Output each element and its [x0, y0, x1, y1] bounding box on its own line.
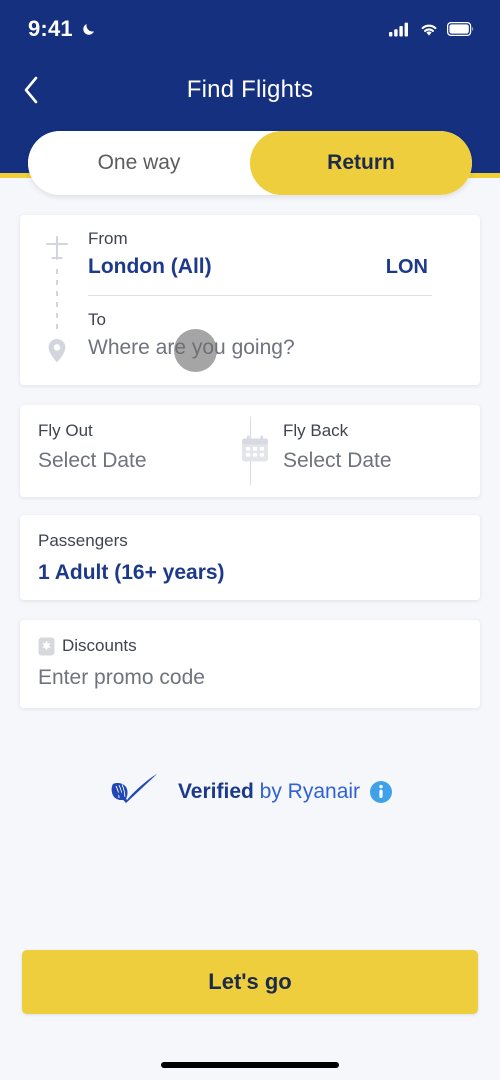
back-button[interactable]	[8, 67, 54, 113]
fly-back-field[interactable]: Fly Back Select Date	[235, 405, 480, 497]
to-input[interactable]: Where are you going?	[88, 336, 460, 360]
from-field[interactable]: From London (All) LON	[88, 229, 460, 279]
flight-search-screen: 9:41 Find Flights One way Return From Lo…	[0, 0, 500, 1080]
ryanair-harp-check-icon	[111, 774, 157, 803]
verified-rest-text: by Ryanair	[253, 780, 361, 803]
fly-out-field[interactable]: Fly Out Select Date	[20, 405, 235, 497]
wifi-icon	[421, 24, 437, 36]
route-dotted-line	[56, 269, 58, 331]
map-pin-icon	[48, 339, 66, 363]
passengers-value: 1 Adult (16+ years)	[38, 561, 225, 584]
verified-badge: Verified by Ryanair	[0, 772, 500, 812]
airplane-icon	[45, 235, 69, 261]
chevron-left-icon	[24, 76, 38, 104]
touch-indicator	[174, 329, 217, 372]
to-field[interactable]: To Where are you going?	[88, 310, 460, 360]
discount-badge-icon	[38, 637, 55, 655]
battery-full-icon	[447, 22, 474, 36]
fly-back-value: Select Date	[283, 449, 392, 472]
to-label: To	[88, 310, 106, 329]
fly-back-label: Fly Back	[283, 421, 349, 440]
calendar-icon	[242, 435, 268, 462]
status-bar: 9:41	[0, 0, 500, 58]
nav-bar: Find Flights	[0, 60, 500, 120]
status-bar-clock: 9:41	[28, 16, 73, 41]
promo-code-input[interactable]: Enter promo code	[38, 666, 480, 690]
from-value: London (All)	[88, 255, 212, 278]
passengers-label: Passengers	[38, 531, 128, 550]
status-bar-right	[389, 22, 474, 37]
from-value-row: London (All) LON	[88, 255, 460, 279]
info-circle-icon[interactable]	[369, 780, 393, 804]
trip-type-return[interactable]: Return	[250, 131, 472, 195]
lets-go-button[interactable]: Let's go	[22, 950, 478, 1014]
trip-type-one-way[interactable]: One way	[28, 131, 250, 195]
verified-label: Verified by Ryanair	[178, 780, 360, 804]
passengers-card[interactable]: Passengers 1 Adult (16+ years)	[20, 515, 480, 600]
discounts-label: Discounts	[62, 636, 137, 655]
crescent-moon-icon	[83, 24, 94, 35]
page-title: Find Flights	[186, 76, 314, 103]
trip-type-segmented-control: One way Return	[28, 131, 472, 195]
cellular-signal-icon	[389, 22, 408, 36]
home-indicator-bar	[161, 1062, 339, 1068]
fly-out-label: Fly Out	[38, 421, 93, 440]
from-label: From	[88, 229, 128, 248]
route-icon-column	[42, 233, 72, 367]
route-divider	[88, 295, 432, 296]
route-fields: From London (All) LON To Where are you g…	[88, 229, 460, 360]
status-bar-left: 9:41	[28, 16, 98, 42]
fly-out-value: Select Date	[38, 449, 147, 472]
from-airport-code: LON	[385, 256, 428, 278]
route-card: From London (All) LON To Where are you g…	[20, 215, 480, 385]
discounts-label-row: Discounts	[38, 636, 480, 656]
verified-bold-text: Verified	[177, 780, 254, 803]
discounts-card: Discounts Enter promo code	[20, 620, 480, 708]
